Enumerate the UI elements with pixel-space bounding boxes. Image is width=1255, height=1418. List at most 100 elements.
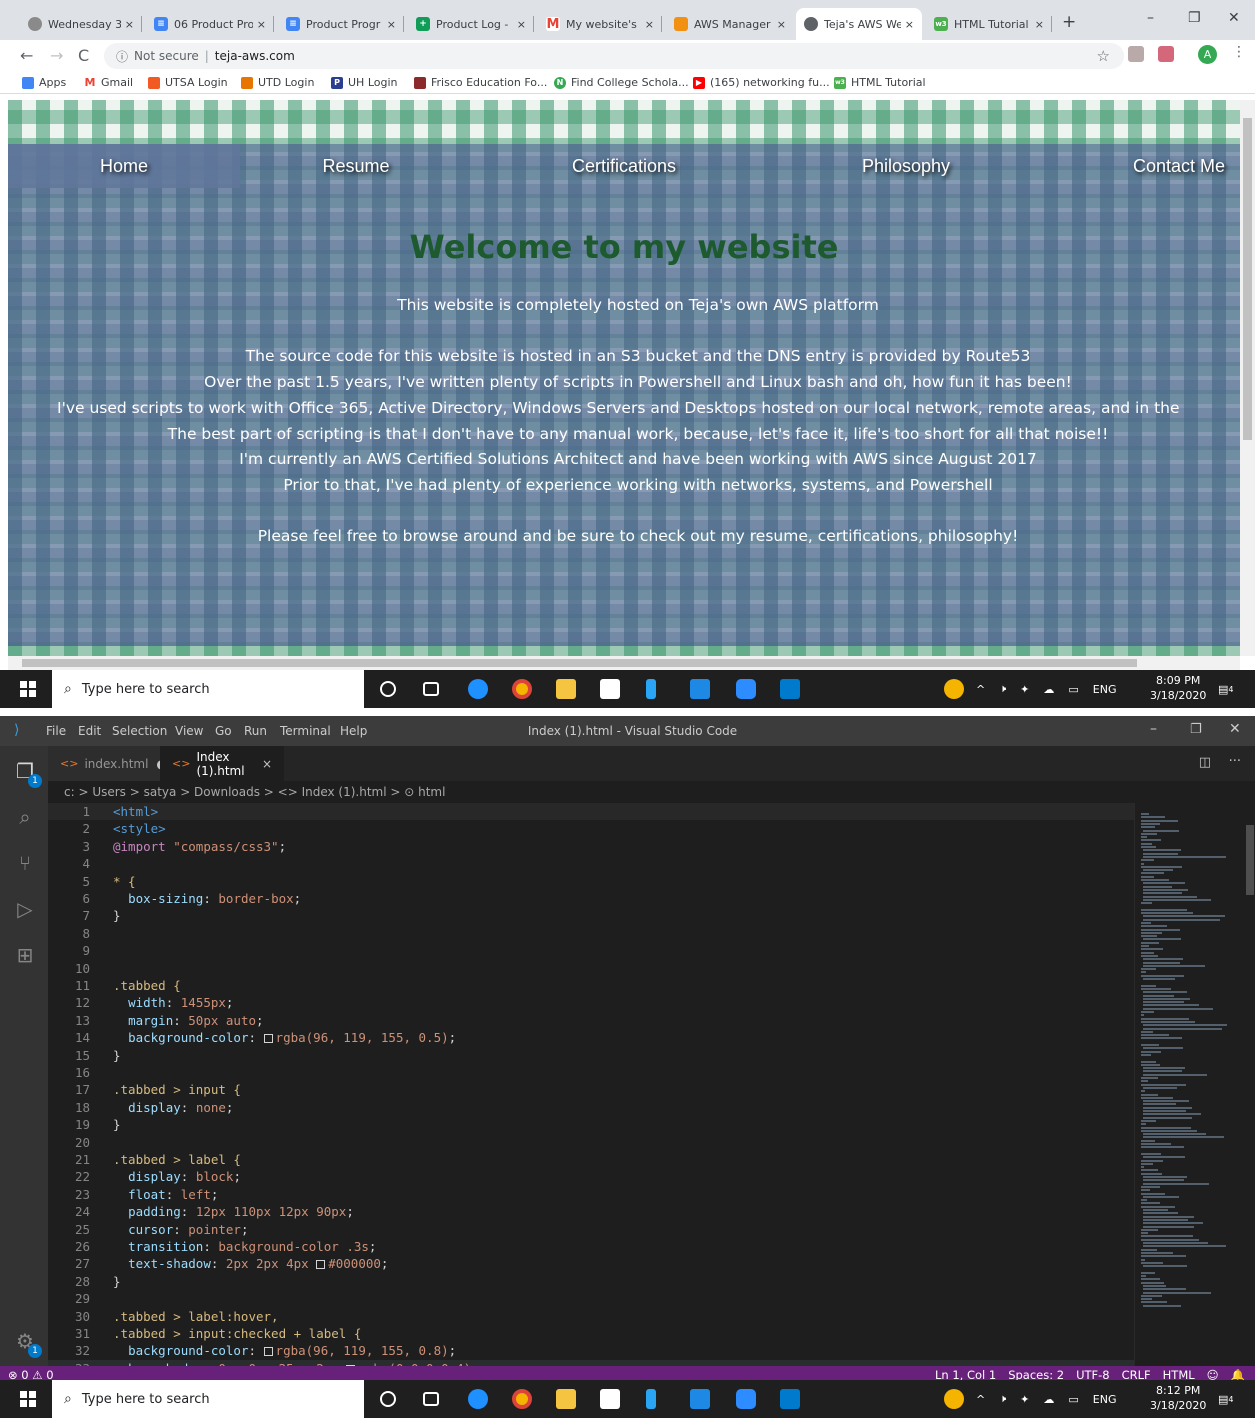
close-icon[interactable]: × (1035, 18, 1044, 31)
battery-icon[interactable]: ▭ (1068, 683, 1078, 696)
nav-tab-contact[interactable]: Contact Me (1036, 144, 1240, 188)
code-line[interactable]: 22 display: block; (48, 1168, 1134, 1185)
bookmark-uh[interactable]: P UH Login (331, 76, 398, 89)
code-line[interactable]: 11 .tabbed { (48, 977, 1134, 994)
taskbar-search[interactable]: ⌕ Type here to search (52, 1380, 364, 1418)
edge-icon[interactable] (468, 679, 488, 699)
scroll-thumb[interactable] (22, 659, 1137, 667)
chrome-icon[interactable] (512, 679, 532, 699)
language-indicator[interactable]: ENG (1093, 1393, 1117, 1406)
extension-pocket-icon[interactable] (1158, 46, 1174, 62)
windows-start-icon[interactable] (20, 1391, 36, 1407)
vertical-scrollbar[interactable] (1240, 100, 1255, 656)
onedrive-icon[interactable]: ☁ (1043, 1393, 1054, 1406)
horizontal-scrollbar[interactable] (8, 656, 1240, 670)
new-tab-button[interactable]: + (1062, 12, 1076, 32)
file-explorer-icon[interactable] (556, 1389, 576, 1409)
scroll-thumb[interactable] (1243, 118, 1252, 440)
code-line[interactable]: 16 (48, 1064, 1134, 1081)
code-line[interactable]: 1 <html> (48, 803, 1134, 821)
color-swatch[interactable] (263, 1347, 273, 1357)
close-icon[interactable]: × (125, 18, 134, 31)
powershell-icon[interactable] (646, 679, 656, 699)
run-debug-icon[interactable]: ▷ (14, 898, 36, 920)
code-line[interactable]: 20 (48, 1134, 1134, 1151)
code-line[interactable]: 4 (48, 855, 1134, 872)
help-icon[interactable] (944, 1389, 964, 1409)
clock[interactable]: 8:09 PM 3/18/2020 (1150, 673, 1206, 703)
browser-tab-8[interactable]: w3 HTML Tutorial × (926, 8, 1052, 40)
speaker-muted-icon[interactable]: 🕨 (999, 682, 1006, 696)
more-actions-icon[interactable]: ··· (1229, 754, 1241, 769)
browser-tab-3[interactable]: ≡ Product Progr × (278, 8, 404, 40)
notifications-icon[interactable]: ▤ 4 (1218, 670, 1234, 708)
split-editor-icon[interactable]: ◫ (1199, 755, 1211, 770)
restore-button[interactable]: ❐ (1190, 722, 1202, 737)
editor-tab-index-html[interactable]: <> index.html ● (48, 746, 167, 781)
speaker-muted-icon[interactable]: 🕨 (999, 1392, 1006, 1406)
bookmark-youtube[interactable]: ▶ (165) networking fu... (693, 76, 830, 89)
browser-tab-2[interactable]: ≡ 06 Product Pro × (146, 8, 274, 40)
forward-arrow-icon[interactable]: → (50, 46, 63, 65)
cortana-icon[interactable] (380, 1391, 396, 1407)
bookmark-scholarship[interactable]: N Find College Schola... (554, 76, 689, 89)
code-line[interactable]: 30 .tabbed > label:hover, (48, 1308, 1134, 1325)
code-line[interactable]: 21 .tabbed > label { (48, 1151, 1134, 1168)
editor-scrollbar[interactable] (1244, 803, 1255, 1366)
scroll-thumb[interactable] (1246, 825, 1254, 895)
code-line[interactable]: 2 <style> (48, 820, 1134, 837)
bookmark-gmail[interactable]: M Gmail (84, 76, 133, 89)
info-icon[interactable]: ⓘ (116, 48, 128, 65)
back-arrow-icon[interactable]: ← (20, 46, 33, 65)
code-line[interactable]: 5 * { (48, 873, 1134, 890)
code-line[interactable]: 18 display: none; (48, 1099, 1134, 1116)
vscode-icon[interactable] (780, 679, 800, 699)
code-line[interactable]: 17 .tabbed > input { (48, 1081, 1134, 1098)
extension-pdf-icon[interactable] (1128, 46, 1144, 62)
code-line[interactable]: 8 (48, 925, 1134, 942)
close-icon[interactable]: × (645, 18, 654, 31)
code-line[interactable]: 3 @import "compass/css3"; (48, 838, 1134, 855)
code-line[interactable]: 27 text-shadow: 2px 2px 4px #000000; (48, 1255, 1134, 1272)
bookmark-html-tutorial[interactable]: w3 HTML Tutorial (834, 76, 926, 89)
color-swatch[interactable] (316, 1260, 326, 1270)
nav-tab-philosophy[interactable]: Philosophy (776, 144, 1036, 188)
extensions-icon[interactable]: ⊞ (14, 944, 36, 966)
notifications-icon[interactable]: ▤ 4 (1218, 1380, 1234, 1418)
code-line[interactable]: 23 float: left; (48, 1186, 1134, 1203)
chevron-up-icon[interactable]: ^ (976, 1393, 985, 1406)
chevron-up-icon[interactable]: ^ (976, 683, 985, 696)
bookmark-star-icon[interactable]: ☆ (1097, 47, 1110, 65)
browser-tab-5[interactable]: M My website's × (538, 8, 662, 40)
code-editor[interactable]: 1 <html> 2 <style> 3 @import "compass/css3"; 4… (48, 803, 1134, 1366)
search-icon[interactable]: ⌕ (14, 806, 36, 828)
store-icon[interactable] (600, 1389, 620, 1409)
edge-icon[interactable] (468, 1389, 488, 1409)
language-indicator[interactable]: ENG (1093, 683, 1117, 696)
close-icon[interactable]: × (517, 18, 526, 31)
nav-tab-resume[interactable]: Resume (240, 144, 472, 188)
code-line[interactable]: 19} (48, 1116, 1134, 1133)
zoom-icon[interactable] (736, 1389, 756, 1409)
powershell-icon[interactable] (646, 1389, 656, 1409)
browser-tab-4[interactable]: + Product Log - × (408, 8, 534, 40)
zoom-icon[interactable] (736, 679, 756, 699)
help-icon[interactable] (944, 679, 964, 699)
mail-icon[interactable] (690, 679, 710, 699)
breadcrumb[interactable]: c: > Users > satya > Downloads > <> Inde… (48, 781, 1255, 803)
cortana-icon[interactable] (380, 681, 396, 697)
url-text[interactable]: teja-aws.com (215, 49, 295, 63)
chrome-icon[interactable] (512, 1389, 532, 1409)
code-line[interactable]: 29 (48, 1290, 1134, 1307)
bookmark-utd[interactable]: UTD Login (241, 76, 314, 89)
nav-tab-home[interactable]: Home (8, 144, 240, 188)
browser-tab-1[interactable]: Wednesday 3/ × (20, 8, 142, 40)
color-swatch[interactable] (263, 1034, 273, 1044)
close-icon[interactable]: × (905, 18, 914, 31)
code-line[interactable]: 24 padding: 12px 110px 12px 90px; (48, 1203, 1134, 1220)
battery-icon[interactable]: ▭ (1068, 1393, 1078, 1406)
address-bar[interactable]: ⓘ Not secure | teja-aws.com ☆ (104, 43, 1124, 69)
task-view-icon[interactable] (423, 682, 439, 696)
code-line[interactable]: 7} (48, 907, 1134, 924)
code-line[interactable]: 13 margin: 50px auto; (48, 1012, 1134, 1029)
